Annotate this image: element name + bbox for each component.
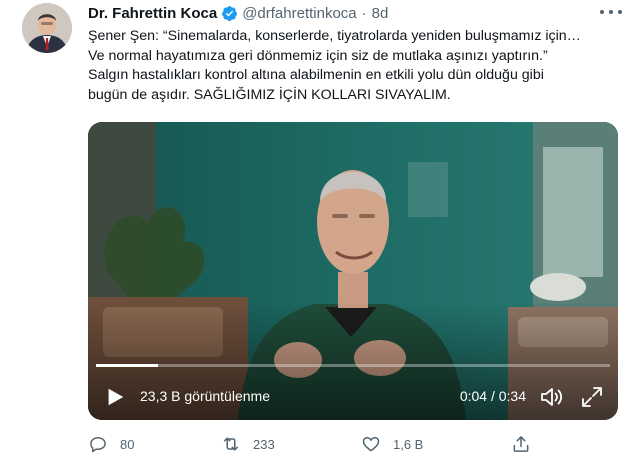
video-player[interactable]: 23,3 B görüntülenme 0:04 / 0:34 (88, 122, 618, 420)
heart-icon (362, 437, 380, 452)
more-options-icon[interactable] (600, 4, 622, 20)
avatar[interactable] (22, 3, 72, 53)
tweet-actions: 80 233 1,6 B (88, 430, 618, 460)
tweet-header: Dr. Fahrettin Koca @drfahrettinkoca · 8d (88, 3, 388, 23)
reply-count: 80 (120, 436, 135, 452)
tweet-text: Şener Şen: “Sinemalarda, konserlerde, ti… (88, 27, 623, 105)
video-progress-bar[interactable] (96, 364, 610, 367)
share-button[interactable] (511, 434, 543, 454)
share-icon (513, 436, 529, 452)
video-progress-fill (96, 364, 158, 367)
retweet-button[interactable]: 233 (221, 434, 275, 454)
tweet-text-line: Ve normal hayatımıza geri dönmemiz için … (88, 47, 548, 64)
reply-icon (90, 437, 106, 453)
retweet-count: 233 (253, 436, 275, 452)
tweet-time[interactable]: 8d (372, 5, 389, 22)
like-button[interactable]: 1,6 B (361, 434, 423, 454)
fullscreen-icon[interactable] (580, 385, 604, 409)
like-count: 1,6 B (393, 436, 424, 452)
view-count: 23,3 B görüntülenme (140, 388, 270, 404)
tweet-text-line: Şener Şen: “Sinemalarda, konserlerde, ti… (88, 28, 581, 44)
author-handle[interactable]: @drfahrettinkoca (242, 5, 356, 22)
tweet: Dr. Fahrettin Koca @drfahrettinkoca · 8d… (0, 0, 640, 470)
volume-icon[interactable] (540, 385, 566, 409)
verified-badge-icon (222, 5, 238, 21)
reply-button[interactable]: 80 (88, 434, 134, 454)
tweet-text-line: bugün de aşıdır. SAĞLIĞIMIZ İÇİN KOLLARI… (88, 86, 451, 103)
tweet-text-line: Salgın hastalıkları kontrol altına alabi… (88, 67, 544, 83)
retweet-icon (224, 437, 238, 451)
play-icon[interactable] (104, 386, 126, 408)
video-timer: 0:04 / 0:34 (459, 388, 526, 404)
avatar-image (22, 3, 72, 53)
author-name[interactable]: Dr. Fahrettin Koca (88, 5, 217, 22)
separator-dot: · (361, 4, 367, 22)
video-controls: 23,3 B görüntülenme 0:04 / 0:34 (88, 372, 618, 420)
